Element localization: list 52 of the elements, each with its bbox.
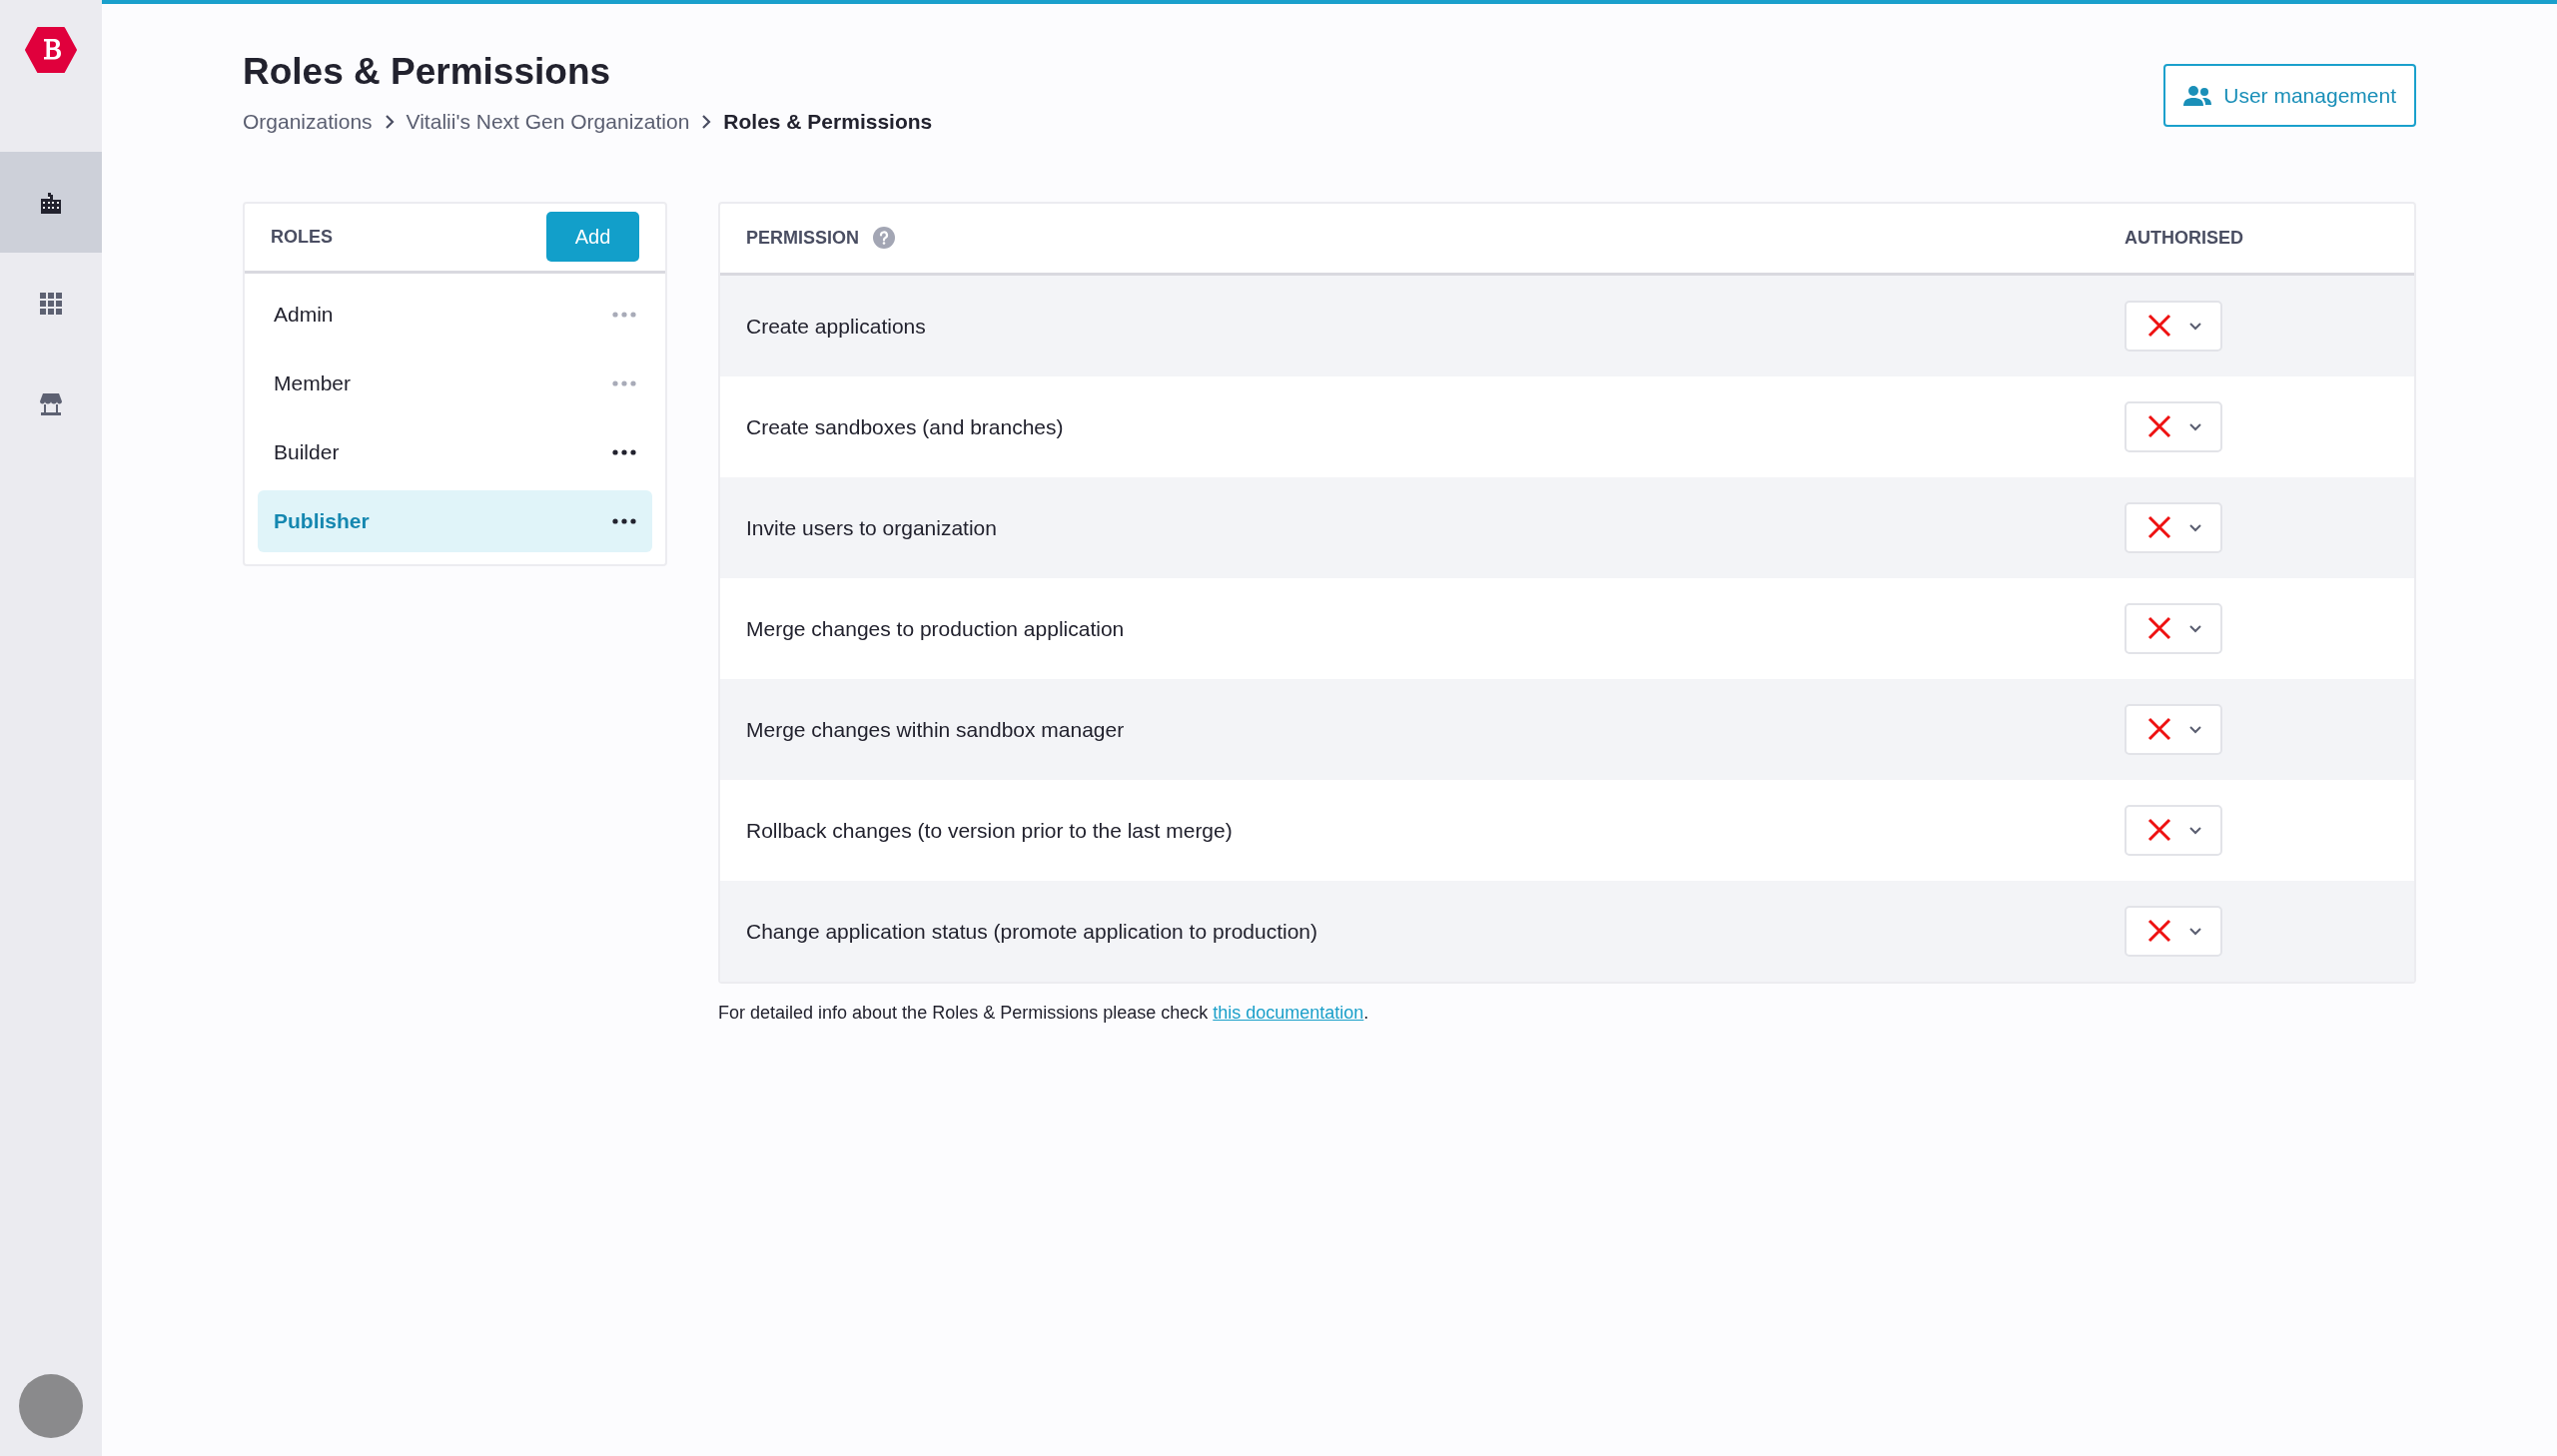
permission-name: Create sandboxes (and branches) [746,413,1065,440]
permission-name: Invite users to organization [746,514,998,541]
authorised-dropdown[interactable] [2125,602,2222,654]
chevron-down-icon [2188,522,2202,532]
chevron-right-icon [701,114,712,131]
chevron-down-icon [2188,321,2202,331]
cross-icon [2146,716,2172,743]
users-icon [2183,85,2212,106]
chevron-down-icon [2188,724,2202,734]
chevron-down-icon [2188,623,2202,633]
user-management-button[interactable]: User management [2163,64,2416,127]
page-title: Roles & Permissions [243,50,612,94]
permission-name: Create applications [746,313,927,340]
authorised-dropdown[interactable] [2125,501,2222,553]
chevron-down-icon [2188,926,2202,936]
authorised-dropdown[interactable] [2125,804,2222,856]
authorised-dropdown[interactable] [2125,400,2222,452]
more-icon[interactable] [612,448,636,455]
permission-name: Change application status (promote application to production) [746,918,1318,945]
column-header: AUTHORISED [2125,227,2243,248]
cross-icon [2146,514,2172,541]
column-header: PERMISSION [746,226,860,250]
role-item[interactable]: Member [258,352,652,414]
role-item[interactable]: Publisher [258,489,652,552]
grid-icon [40,292,62,315]
building-icon [39,190,63,215]
permission-name: Rollback changes (to version prior to the last merge) [746,817,1234,844]
cross-icon [2146,313,2172,340]
authorised-dropdown[interactable] [2125,300,2222,352]
role-item[interactable]: Admin [258,283,652,346]
authorised-dropdown[interactable] [2125,703,2222,755]
nav-item[interactable] [0,152,102,253]
more-icon[interactable] [612,517,636,524]
panel-heading: ROLES [271,225,333,249]
chevron-down-icon [2188,421,2202,431]
cross-icon [2146,817,2172,844]
authorised-dropdown[interactable] [2125,905,2222,957]
store-icon [39,391,63,416]
chevron-right-icon [384,114,395,131]
chevron-down-icon [2188,825,2202,835]
breadcrumb-link[interactable]: Organizations [243,106,373,138]
logo-icon[interactable] [25,27,77,73]
permission-name: Merge changes within sandbox manager [746,716,1126,743]
cross-icon [2146,615,2172,642]
permission-name: Merge changes to production application [746,615,1126,642]
role-item[interactable]: Builder [258,420,652,483]
breadcrumb-link[interactable]: Vitalii's Next Gen Organization [406,106,690,138]
breadcrumb-current: Roles & Permissions [723,109,933,136]
cross-icon [2146,918,2172,945]
cross-icon [2146,413,2172,440]
help-note: For detailed info about the Roles & Permissions please check this documentation. [718,1001,1370,1025]
help-icon[interactable] [873,227,896,250]
